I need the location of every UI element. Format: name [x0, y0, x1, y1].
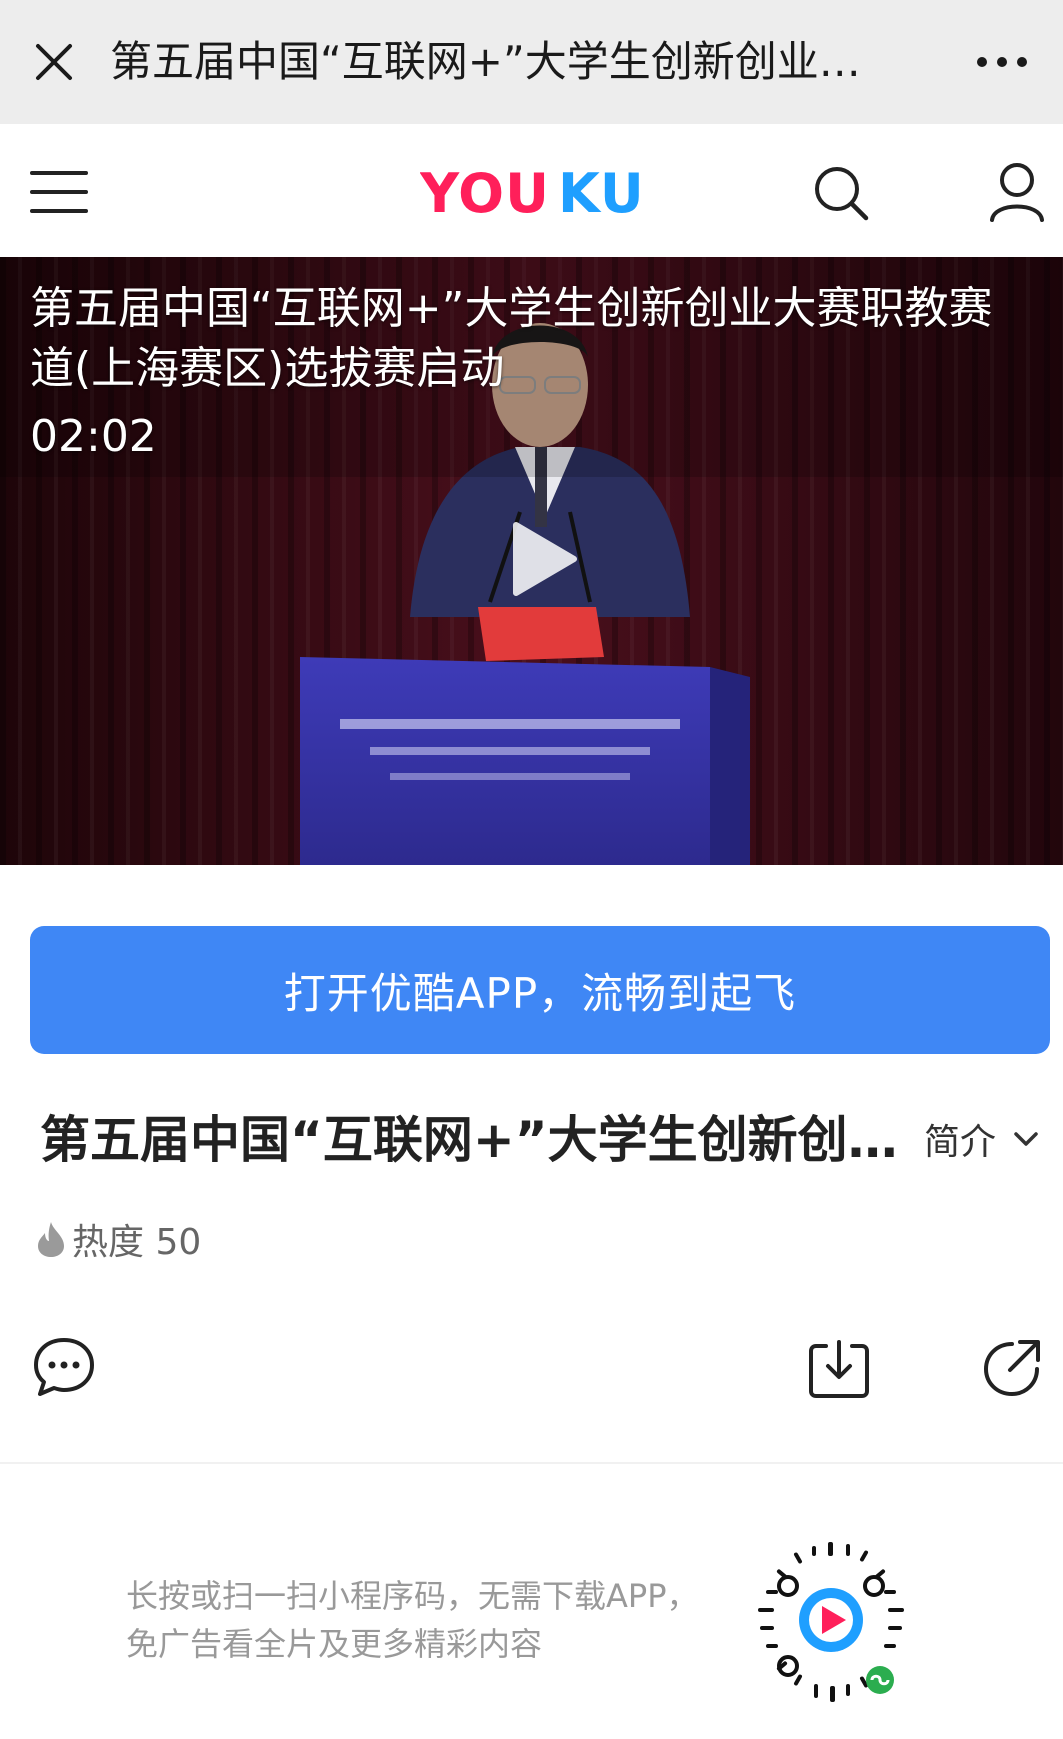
browser-top-bar: 第五届中国“互联网+”大学生创新创业…	[0, 0, 1063, 124]
more-dots-icon[interactable]	[975, 46, 1029, 78]
flame-icon	[38, 1222, 64, 1257]
mini-program-promo: 长按或扫一扫小程序码，无需下载APP， 免广告看全片及更多精彩内容	[126, 1572, 726, 1668]
mini-program-code-icon[interactable]	[752, 1538, 910, 1706]
open-app-button[interactable]: 打开优酷APP，流畅到起飞	[30, 926, 1050, 1054]
heat-indicator: 热度 50	[36, 1214, 201, 1264]
page-title: 第五届中国“互联网+”大学生创新创业…	[110, 37, 861, 86]
site-header: YOU KU	[0, 124, 1063, 258]
video-player[interactable]: 第五届中国“互联网+”大学生创新创业大赛职教赛道(上海赛区)选拔赛启动 02:0…	[0, 257, 1063, 865]
video-duration: 02:02	[30, 411, 157, 462]
youku-logo[interactable]: YOU KU	[420, 154, 660, 228]
svg-text:YOU: YOU	[420, 162, 550, 225]
hamburger-menu-icon[interactable]	[30, 168, 88, 216]
promo-line-2: 免广告看全片及更多精彩内容	[126, 1625, 543, 1663]
intro-label: 简介	[924, 1122, 997, 1163]
close-icon[interactable]	[30, 38, 78, 86]
section-divider	[0, 1462, 1063, 1464]
chevron-down-icon	[1014, 1132, 1038, 1146]
promo-line-1: 长按或扫一扫小程序码，无需下载APP，	[126, 1577, 699, 1615]
video-info-title: 第五届中国“互联网+”大学生创新创…	[40, 1111, 898, 1169]
heat-text: 热度 50	[72, 1222, 202, 1263]
svg-text:KU: KU	[558, 162, 645, 225]
user-icon[interactable]	[988, 162, 1046, 222]
comment-icon[interactable]	[32, 1336, 96, 1398]
download-icon[interactable]	[808, 1340, 870, 1398]
video-title: 第五届中国“互联网+”大学生创新创业大赛职教赛道(上海赛区)选拔赛启动	[30, 283, 993, 394]
intro-toggle[interactable]: 简介	[924, 1114, 1038, 1164]
share-icon[interactable]	[982, 1338, 1042, 1398]
search-icon[interactable]	[812, 164, 870, 222]
play-icon[interactable]	[508, 519, 578, 599]
